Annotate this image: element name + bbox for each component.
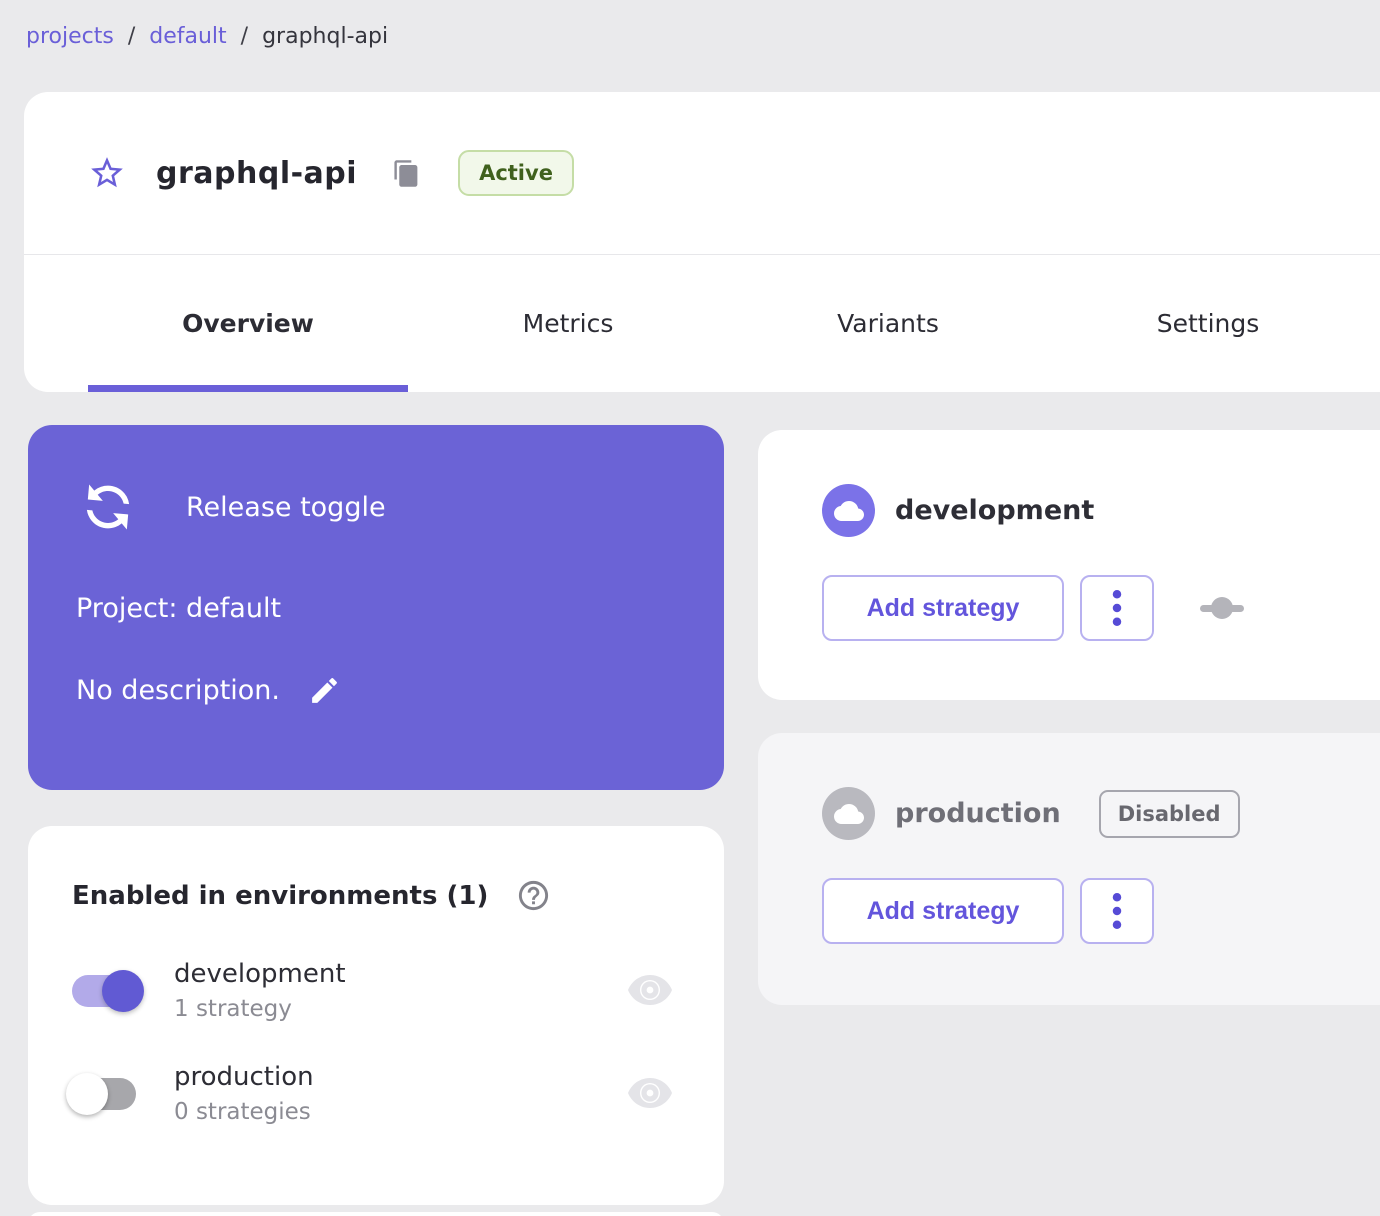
- eye-icon[interactable]: [626, 974, 674, 1008]
- cloud-icon: [822, 484, 875, 537]
- environment-card-development: development Add strategy: [758, 430, 1380, 700]
- add-strategy-button[interactable]: Add strategy: [822, 878, 1064, 944]
- breadcrumb: projects / default / graphql-api: [26, 24, 388, 49]
- environment-card-actions: Add strategy: [822, 575, 1380, 641]
- environment-name: development: [174, 959, 346, 989]
- page-title: graphql-api: [156, 155, 358, 191]
- environment-card-header: production Disabled: [822, 787, 1380, 840]
- kebab-menu-button[interactable]: [1080, 878, 1154, 944]
- breadcrumb-link-projects[interactable]: projects: [26, 24, 114, 49]
- description-row: No description.: [76, 674, 676, 707]
- project-label: Project: default: [76, 593, 282, 624]
- kebab-dots-icon: [1112, 893, 1122, 929]
- environment-card-production: production Disabled Add strategy: [758, 733, 1380, 1005]
- enabled-environments-panel: Enabled in environments (1) development …: [28, 826, 724, 1205]
- edit-pencil-icon[interactable]: [308, 674, 341, 707]
- breadcrumb-current: graphql-api: [262, 24, 389, 49]
- kebab-menu-button[interactable]: [1080, 575, 1154, 641]
- kebab-dots-icon: [1112, 590, 1122, 626]
- feature-type-label: Release toggle: [186, 491, 386, 523]
- environment-name: production: [174, 1062, 314, 1092]
- enabled-environments-title: Enabled in environments (1): [72, 880, 489, 911]
- feature-type-row: Release toggle: [76, 475, 676, 539]
- disabled-badge: Disabled: [1098, 789, 1240, 838]
- enabled-environments-heading: Enabled in environments (1): [72, 878, 700, 913]
- breadcrumb-separator: /: [127, 24, 136, 49]
- tab-settings[interactable]: Settings: [1048, 255, 1368, 392]
- tab-metrics[interactable]: Metrics: [408, 255, 728, 392]
- environment-row-production: production 0 strategies: [66, 1062, 700, 1125]
- environment-card-name: production: [895, 798, 1061, 829]
- breadcrumb-separator: /: [240, 24, 249, 49]
- next-card-peek: [28, 1212, 724, 1216]
- environment-card-actions: Add strategy: [822, 878, 1380, 944]
- add-strategy-button[interactable]: Add strategy: [822, 575, 1064, 641]
- copy-icon[interactable]: [392, 159, 421, 188]
- release-loop-icon: [86, 484, 130, 530]
- feature-title-row: graphql-api Active: [24, 92, 1380, 255]
- development-toggle[interactable]: [72, 969, 144, 1012]
- environment-strategy-count: 1 strategy: [174, 996, 292, 1022]
- production-toggle[interactable]: [66, 1072, 138, 1115]
- favorite-star-icon[interactable]: [88, 154, 126, 192]
- eye-icon[interactable]: [626, 1077, 674, 1111]
- status-badge: Active: [458, 150, 574, 196]
- feature-overview-card: Release toggle Project: default No descr…: [28, 425, 724, 790]
- tab-overview[interactable]: Overview: [88, 255, 408, 392]
- environment-card-name: development: [895, 495, 1095, 526]
- environment-strategy-count: 0 strategies: [174, 1099, 311, 1125]
- environment-card-header: development: [822, 484, 1380, 537]
- breadcrumb-link-default[interactable]: default: [149, 24, 226, 49]
- help-icon[interactable]: [516, 878, 551, 913]
- description-text: No description.: [76, 675, 281, 706]
- feature-header-card: graphql-api Active Overview Metrics Vari…: [24, 92, 1380, 392]
- cloud-icon: [822, 787, 875, 840]
- strategy-slider-icon: [1200, 597, 1244, 619]
- tab-variants[interactable]: Variants: [728, 255, 1048, 392]
- tab-bar: Overview Metrics Variants Settings: [24, 255, 1380, 392]
- environment-row-development: development 1 strategy: [72, 959, 700, 1022]
